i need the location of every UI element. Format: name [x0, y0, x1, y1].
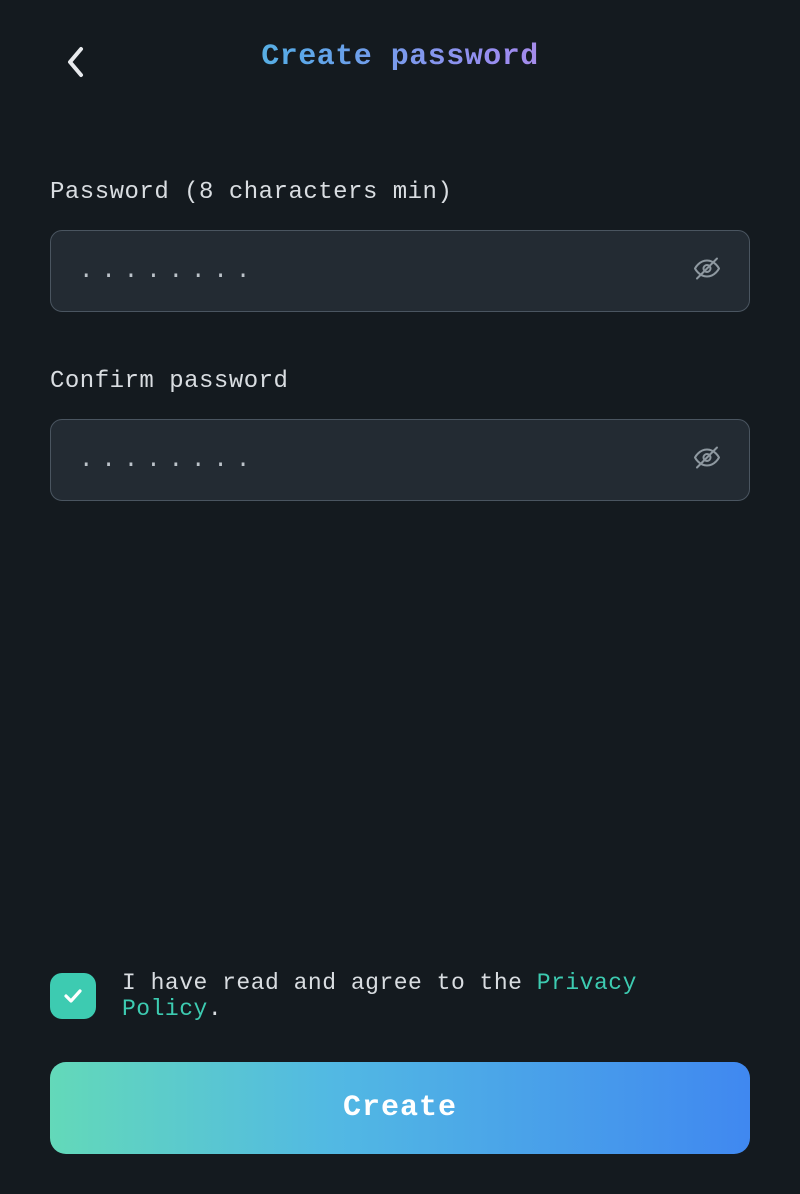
eye-off-icon[interactable] [692, 443, 722, 478]
eye-off-icon[interactable] [692, 254, 722, 289]
agreement-prefix: I have read and agree to the [122, 970, 537, 996]
confirm-password-input-wrapper [50, 419, 750, 501]
agreement-text: I have read and agree to the Privacy Pol… [122, 970, 750, 1022]
password-input-wrapper [50, 230, 750, 312]
form-area: Password (8 characters min) Confirm pass… [0, 94, 800, 501]
agreement-suffix: . [208, 996, 222, 1022]
header: Create password [0, 0, 800, 94]
bottom-area: I have read and agree to the Privacy Pol… [50, 970, 750, 1154]
agreement-checkbox[interactable] [50, 973, 96, 1019]
confirm-password-input[interactable] [50, 419, 750, 501]
password-input[interactable] [50, 230, 750, 312]
agreement-row: I have read and agree to the Privacy Pol… [50, 970, 750, 1022]
page-title: Create password [50, 40, 750, 74]
back-icon[interactable] [66, 46, 84, 83]
confirm-password-label: Confirm password [50, 368, 750, 395]
create-button[interactable]: Create [50, 1062, 750, 1154]
password-label: Password (8 characters min) [50, 179, 750, 206]
